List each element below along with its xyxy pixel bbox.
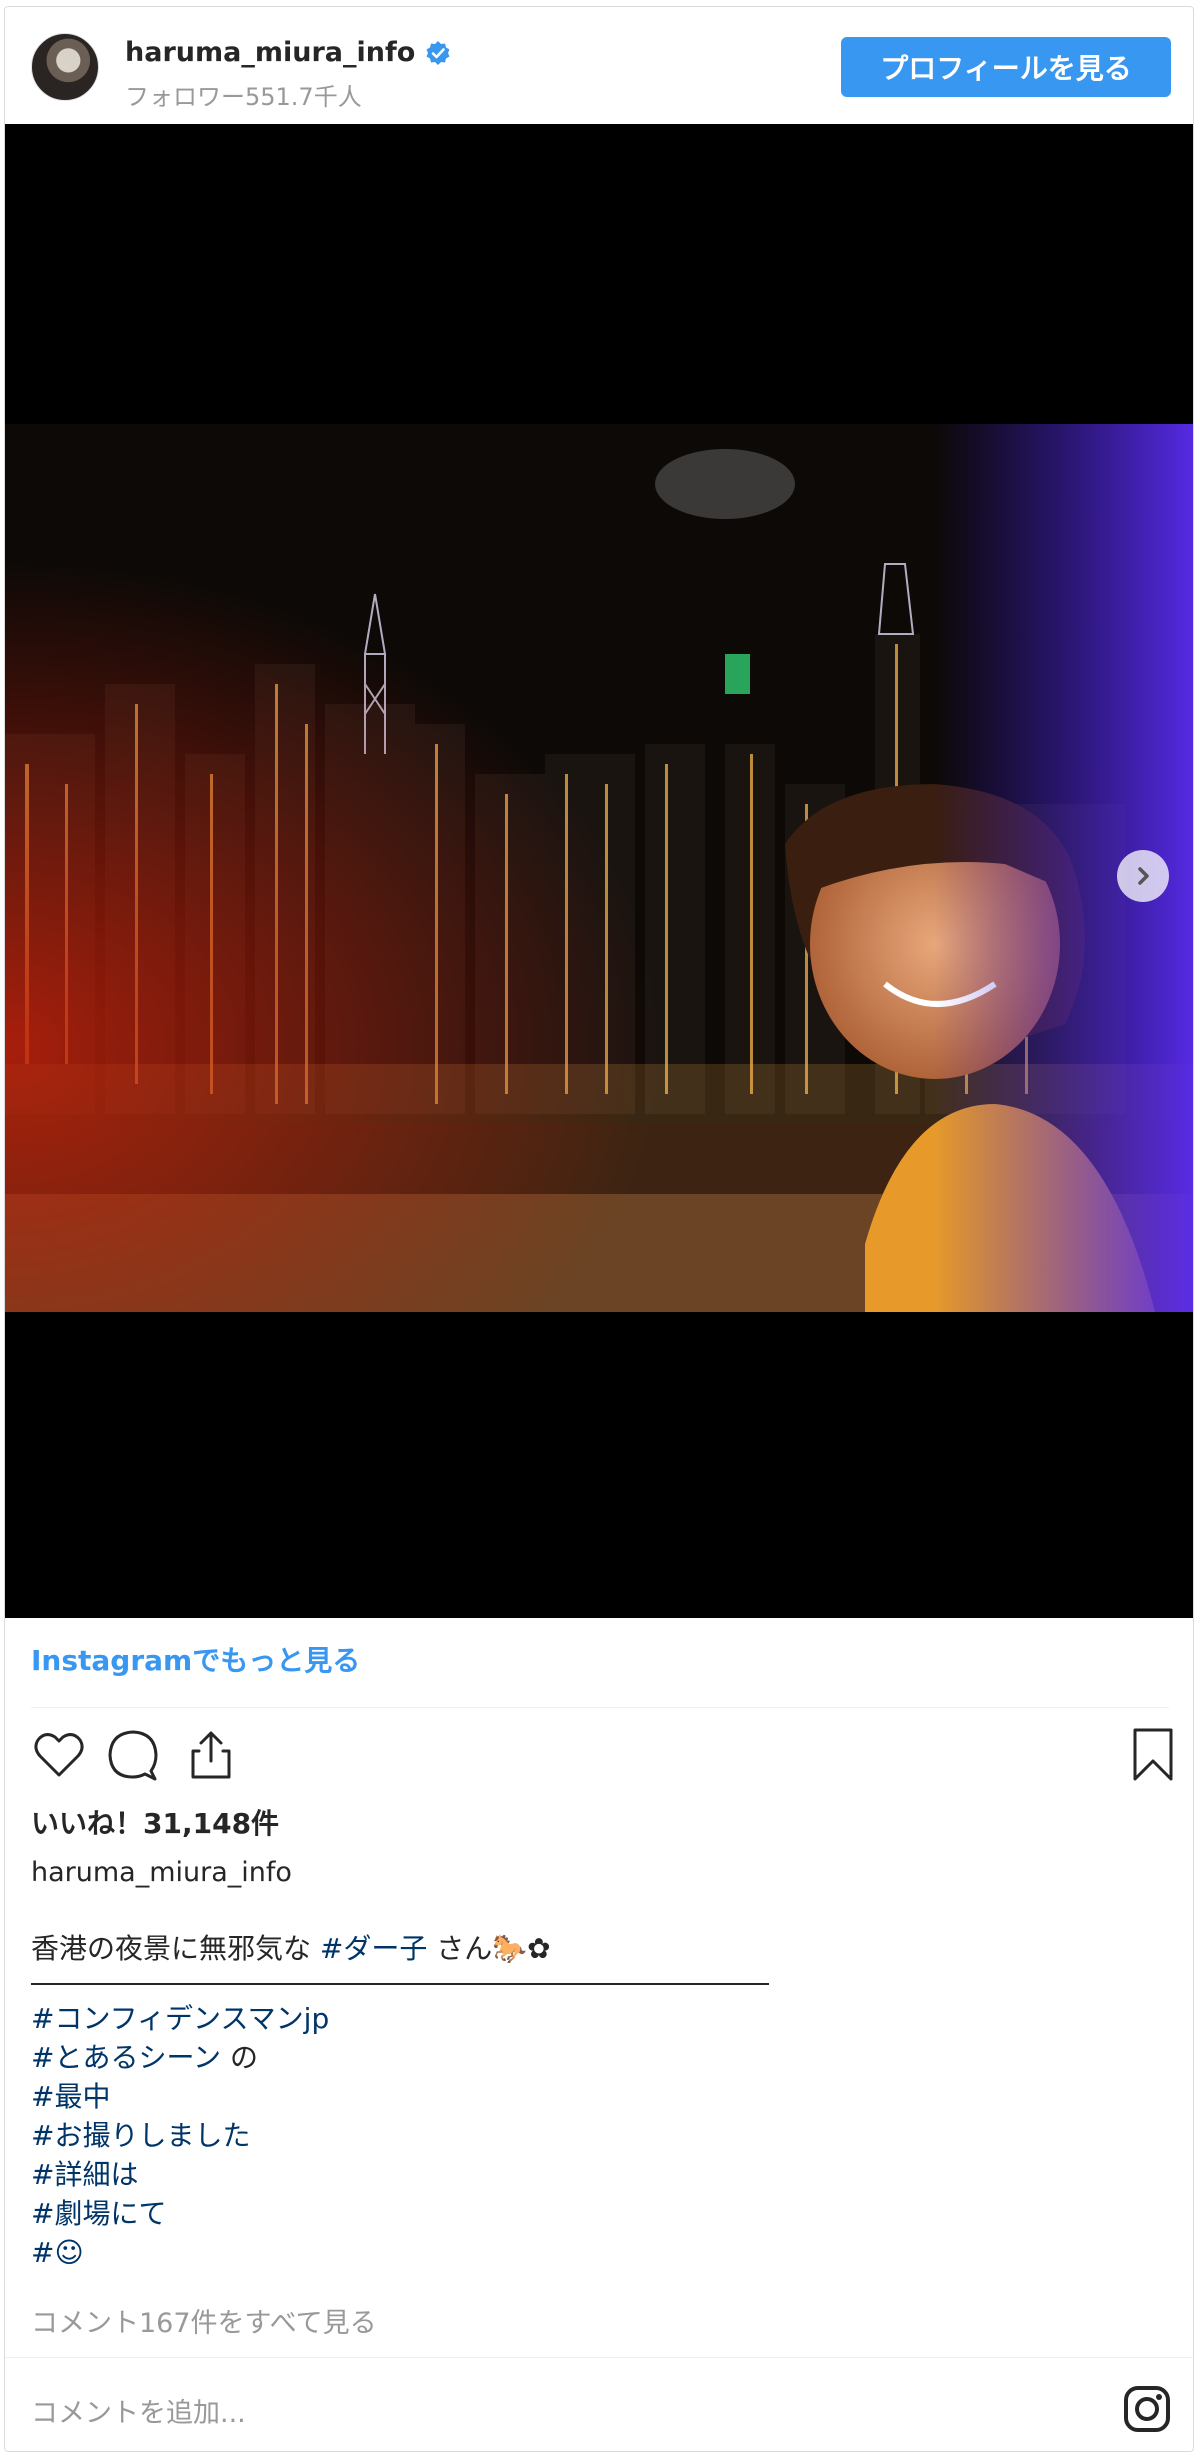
- view-more-on-instagram-link[interactable]: Instagramでもっと見る: [31, 1639, 360, 1679]
- caption-text: の: [221, 2041, 258, 2074]
- instagram-icon[interactable]: [1123, 2385, 1171, 2433]
- hashtag-link[interactable]: #コンフィデンスマンjp: [31, 2002, 329, 2035]
- hashtag-link[interactable]: #☺: [31, 2236, 84, 2269]
- hashtag-link[interactable]: #お撮りしました: [31, 2119, 250, 2152]
- verified-badge-icon: [426, 40, 450, 65]
- caption-text: さん🐎✿: [427, 1932, 551, 1965]
- caption: 香港の夜景に無邪気な #ダー子 さん🐎✿ #コンフィデンスマンjp #とあるシー…: [31, 1929, 769, 2272]
- hashtag-line: #コンフィデンスマンjp: [31, 1999, 769, 2038]
- action-bar: [31, 1727, 1173, 1787]
- divider: [5, 2357, 1193, 2358]
- post-media[interactable]: [5, 124, 1193, 1618]
- caption-line: 香港の夜景に無邪気な #ダー子 さん🐎✿: [31, 1929, 769, 1968]
- hashtag-link[interactable]: #ダー子: [320, 1932, 427, 1965]
- add-comment-field[interactable]: コメントを追加...: [31, 2391, 246, 2430]
- post-header: haruma_miura_info フォロワー551.7千人 プロフィールを見る: [5, 7, 1193, 124]
- bookmark-icon[interactable]: [1125, 1727, 1181, 1783]
- username-row: haruma_miura_info: [125, 37, 451, 68]
- hashtag-link[interactable]: #最中: [31, 2080, 110, 2113]
- like-count[interactable]: いいね！31,148件: [31, 1802, 279, 1842]
- caption-rule: [31, 1983, 769, 1985]
- share-icon[interactable]: [183, 1727, 239, 1783]
- hashtag-line: #お撮りしました: [31, 2116, 769, 2155]
- hashtag-line: #最中: [31, 2077, 769, 2116]
- view-all-comments-link[interactable]: コメント167件をすべて見る: [31, 2301, 377, 2340]
- hashtag-line: #とあるシーン の: [31, 2038, 769, 2077]
- instagram-embed-card: haruma_miura_info フォロワー551.7千人 プロフィールを見る: [4, 6, 1194, 2452]
- chevron-right-icon: [1138, 867, 1149, 885]
- divider: [31, 1707, 1169, 1708]
- caption-username[interactable]: haruma_miura_info: [31, 1857, 292, 1888]
- night-skyline-image: [5, 424, 1193, 1312]
- view-profile-button[interactable]: プロフィールを見る: [841, 37, 1171, 97]
- hashtag-link[interactable]: #とあるシーン: [31, 2041, 221, 2074]
- heart-icon[interactable]: [31, 1727, 87, 1783]
- comment-icon[interactable]: [105, 1727, 161, 1783]
- hashtag-link[interactable]: #劇場にて: [31, 2197, 166, 2230]
- next-image-button[interactable]: [1117, 850, 1169, 902]
- post-photo: [5, 424, 1193, 1312]
- avatar[interactable]: [31, 33, 99, 101]
- username-link[interactable]: haruma_miura_info: [125, 37, 415, 68]
- follower-count: フォロワー551.7千人: [125, 83, 362, 111]
- hashtag-line: #詳細は: [31, 2155, 769, 2194]
- hashtag-line: #☺: [31, 2233, 769, 2272]
- hashtag-line: #劇場にて: [31, 2194, 769, 2233]
- hashtag-link[interactable]: #詳細は: [31, 2158, 138, 2191]
- caption-text: 香港の夜景に無邪気な: [31, 1932, 320, 1965]
